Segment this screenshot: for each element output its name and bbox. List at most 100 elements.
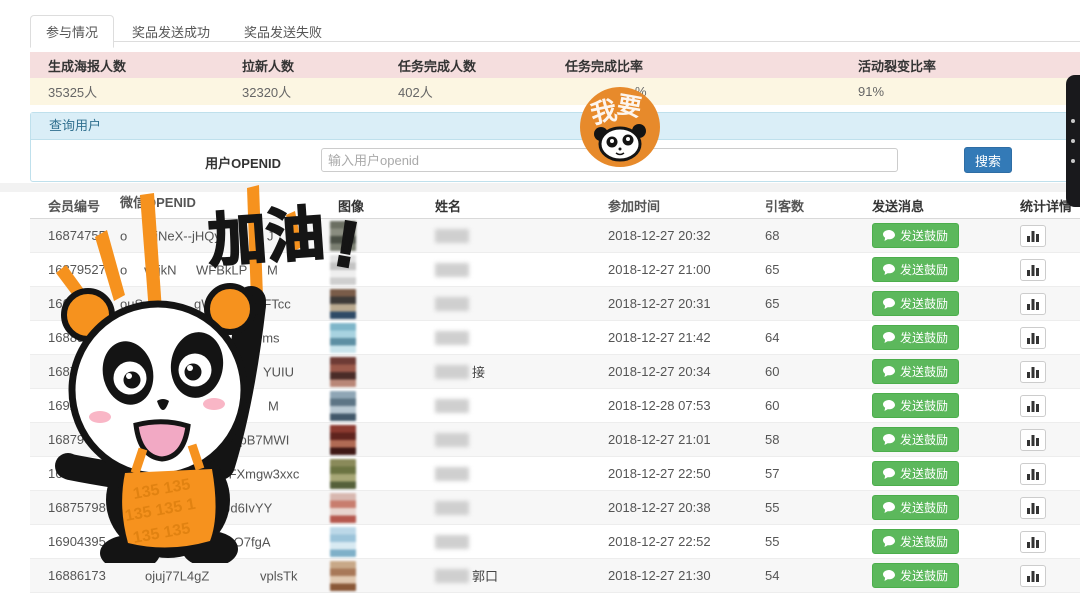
stats-detail-button[interactable] bbox=[1020, 327, 1046, 349]
member-id-cell: 16875798 bbox=[48, 500, 120, 515]
chat-bubble-icon bbox=[883, 536, 895, 547]
table-row: 16879613 ypB7MWI 2018-12-27 21:01 58 发送鼓… bbox=[30, 423, 1080, 457]
tab-label: 奖品发送失败 bbox=[244, 25, 322, 40]
redacted-name bbox=[435, 535, 469, 549]
table-row: 16886173 ojuj77L4gZvplsTk 郭口 2018-12-27 … bbox=[30, 559, 1080, 593]
table-row: 16903908 SePFXmgw3xxc 2018-12-27 22:50 5… bbox=[30, 457, 1080, 491]
chat-bubble-icon bbox=[883, 502, 895, 513]
redacted-name bbox=[435, 365, 469, 379]
send-encourage-button[interactable]: 发送鼓励 bbox=[872, 461, 959, 486]
stats-summary: 生成海报人数拉新人数任务完成人数任务完成比率活动裂变比率 35325人32320… bbox=[30, 52, 1080, 105]
member-id-cell: 16879527 bbox=[48, 262, 120, 277]
openid-cell: ypB7MWI bbox=[120, 423, 330, 456]
openid-fragment: 5jjNeX--jHQy bbox=[145, 228, 221, 243]
tab-prize-success[interactable]: 奖品发送成功 bbox=[116, 15, 226, 48]
stats-detail-cell bbox=[1020, 565, 1080, 587]
avatar-cell bbox=[330, 323, 435, 353]
openid-cell: _tJd6IvYY bbox=[120, 491, 330, 524]
send-message-cell: 发送鼓励 bbox=[872, 495, 1020, 520]
openid-cell: o 5jjNeX--jHQy J bbox=[120, 219, 330, 252]
openid-cell: ouSv5jqWC3fJgNFTcc bbox=[120, 287, 330, 320]
redacted-name bbox=[435, 399, 469, 413]
openid-fragment: o bbox=[120, 228, 127, 243]
column-header: 微信OPENID bbox=[120, 192, 330, 218]
column-header: 参加时间 bbox=[600, 196, 765, 215]
avatar-cell bbox=[330, 357, 435, 387]
send-encourage-button[interactable]: 发送鼓励 bbox=[872, 359, 959, 384]
member-id-cell: 16874755 bbox=[48, 228, 120, 243]
stats-detail-cell bbox=[1020, 361, 1080, 383]
floating-toolbar[interactable] bbox=[1066, 75, 1080, 207]
openid-fragment: M bbox=[267, 262, 278, 277]
stat-value: 402人 bbox=[398, 82, 565, 101]
join-time-cell: 2018-12-27 21:30 bbox=[600, 568, 765, 583]
openid-input[interactable] bbox=[321, 148, 898, 172]
openid-cell: ov5jkNWFBkLPM bbox=[120, 253, 330, 286]
stats-header-row: 生成海报人数拉新人数任务完成人数任务完成比率活动裂变比率 bbox=[30, 52, 1080, 78]
openid-cell: SePFXmgw3xxc bbox=[120, 457, 330, 490]
chat-bubble-icon bbox=[883, 434, 895, 445]
table-row: 166 ouSv5jqWC3fJgNFTcc 2018-12-27 20:31 … bbox=[30, 287, 1080, 321]
bar-chart-icon bbox=[1027, 434, 1039, 446]
name-cell bbox=[435, 433, 600, 447]
send-encourage-label: 发送鼓励 bbox=[900, 329, 948, 346]
send-encourage-button[interactable]: 发送鼓励 bbox=[872, 563, 959, 588]
chat-bubble-icon bbox=[883, 332, 895, 343]
query-panel-title: 查询用户 bbox=[31, 113, 1079, 140]
member-id-cell: 16875125 bbox=[48, 364, 120, 379]
stats-detail-button[interactable] bbox=[1020, 463, 1046, 485]
tab-prize-fail[interactable]: 奖品发送失败 bbox=[228, 15, 338, 48]
search-button[interactable]: 搜索 bbox=[964, 147, 1012, 173]
send-encourage-button[interactable]: 发送鼓励 bbox=[872, 427, 959, 452]
join-time-cell: 2018-12-27 20:31 bbox=[600, 296, 765, 311]
bar-chart-icon bbox=[1027, 230, 1039, 242]
stat-value: 35325人 bbox=[48, 82, 242, 101]
referral-count-cell: 57 bbox=[765, 466, 872, 481]
referral-count-cell: 65 bbox=[765, 262, 872, 277]
stats-detail-button[interactable] bbox=[1020, 361, 1046, 383]
openid-cell: 5FvO7fgA bbox=[120, 525, 330, 558]
stats-detail-button[interactable] bbox=[1020, 429, 1046, 451]
bar-chart-icon bbox=[1027, 570, 1039, 582]
join-time-cell: 2018-12-27 21:01 bbox=[600, 432, 765, 447]
redacted-name bbox=[435, 297, 469, 311]
chat-bubble-icon bbox=[883, 570, 895, 581]
table-row: 16875798 _tJd6IvYY 2018-12-27 20:38 55 发… bbox=[30, 491, 1080, 525]
send-message-cell: 发送鼓励 bbox=[872, 461, 1020, 486]
openid-fragment: YUIU bbox=[263, 364, 294, 379]
stats-detail-button[interactable] bbox=[1020, 293, 1046, 315]
member-id-cell: 16904395 bbox=[48, 534, 120, 549]
stats-detail-button[interactable] bbox=[1020, 259, 1046, 281]
stat-label: 拉新人数 bbox=[242, 56, 398, 75]
join-time-cell: 2018-12-27 20:34 bbox=[600, 364, 765, 379]
avatar bbox=[330, 221, 356, 251]
tab-participation[interactable]: 参与情况 bbox=[30, 15, 114, 48]
stats-detail-button[interactable] bbox=[1020, 497, 1046, 519]
send-encourage-button[interactable]: 发送鼓励 bbox=[872, 223, 959, 248]
stats-detail-button[interactable] bbox=[1020, 225, 1046, 247]
redacted-name bbox=[435, 501, 469, 515]
stats-detail-cell bbox=[1020, 429, 1080, 451]
openid-fragment: C3fJgNFTcc bbox=[220, 296, 291, 311]
send-encourage-button[interactable]: 发送鼓励 bbox=[872, 325, 959, 350]
stats-detail-button[interactable] bbox=[1020, 565, 1046, 587]
send-encourage-button[interactable]: 发送鼓励 bbox=[872, 529, 959, 554]
send-message-cell: 发送鼓励 bbox=[872, 529, 1020, 554]
referral-count-cell: 55 bbox=[765, 534, 872, 549]
name-cell bbox=[435, 229, 600, 243]
send-encourage-button[interactable]: 发送鼓励 bbox=[872, 257, 959, 282]
send-encourage-label: 发送鼓励 bbox=[900, 227, 948, 244]
join-time-cell: 2018-12-28 07:53 bbox=[600, 398, 765, 413]
member-id-cell: 16879613 bbox=[48, 432, 120, 447]
send-encourage-button[interactable]: 发送鼓励 bbox=[872, 393, 959, 418]
openid-fragment: J bbox=[267, 228, 274, 243]
member-id-cell: 16889471 bbox=[48, 330, 120, 345]
stats-detail-button[interactable] bbox=[1020, 531, 1046, 553]
send-encourage-button[interactable]: 发送鼓励 bbox=[872, 291, 959, 316]
send-encourage-button[interactable]: 发送鼓励 bbox=[872, 495, 959, 520]
send-message-cell: 发送鼓励 bbox=[872, 393, 1020, 418]
send-message-cell: 发送鼓励 bbox=[872, 359, 1020, 384]
stat-label: 生成海报人数 bbox=[48, 56, 242, 75]
stats-detail-button[interactable] bbox=[1020, 395, 1046, 417]
admin-dashboard: { "tabs": { "items": [ {"id":"participat… bbox=[0, 0, 1080, 563]
